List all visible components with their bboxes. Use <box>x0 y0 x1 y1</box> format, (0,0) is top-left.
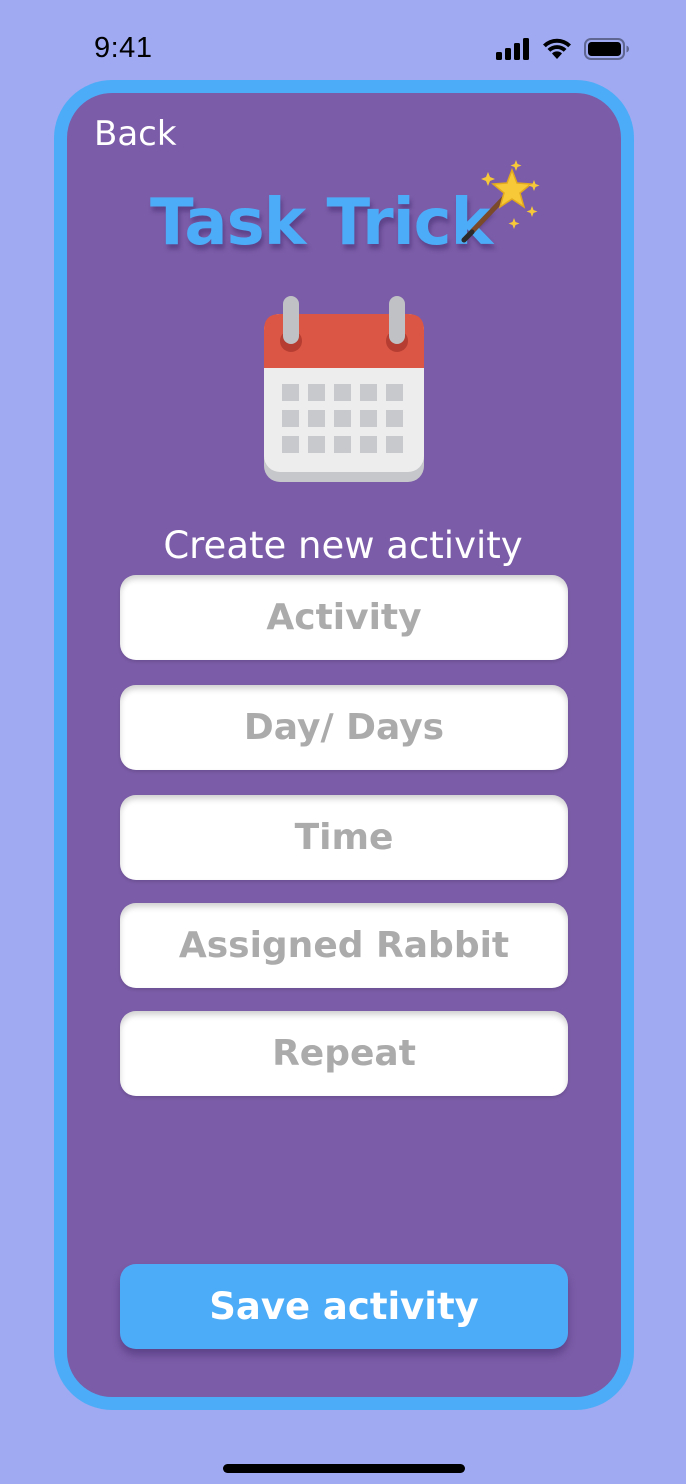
status-time: 9:41 <box>94 32 153 64</box>
repeat-input[interactable]: Repeat <box>120 1011 568 1096</box>
calendar-icon <box>264 296 424 482</box>
cellular-signal-icon <box>496 38 529 60</box>
back-button[interactable]: Back <box>94 114 177 154</box>
save-activity-label: Save activity <box>209 1285 479 1328</box>
time-placeholder: Time <box>294 817 394 858</box>
form-heading: Create new activity <box>163 524 523 567</box>
days-input[interactable]: Day/ Days <box>120 685 568 770</box>
home-indicator <box>223 1464 465 1473</box>
days-placeholder: Day/ Days <box>243 707 445 748</box>
wifi-icon <box>543 38 571 59</box>
status-icons <box>496 38 630 60</box>
magic-wand-icon <box>461 160 540 243</box>
assigned-rabbit-input[interactable]: Assigned Rabbit <box>120 903 568 988</box>
app-logo-title: Task Trick <box>150 186 493 260</box>
time-input[interactable]: Time <box>120 795 568 880</box>
repeat-placeholder: Repeat <box>272 1033 416 1074</box>
battery-icon <box>584 38 629 60</box>
save-activity-button[interactable]: Save activity <box>120 1264 568 1349</box>
activity-placeholder: Activity <box>266 597 422 638</box>
activity-input[interactable]: Activity <box>120 575 568 660</box>
assigned-rabbit-placeholder: Assigned Rabbit <box>178 925 510 966</box>
